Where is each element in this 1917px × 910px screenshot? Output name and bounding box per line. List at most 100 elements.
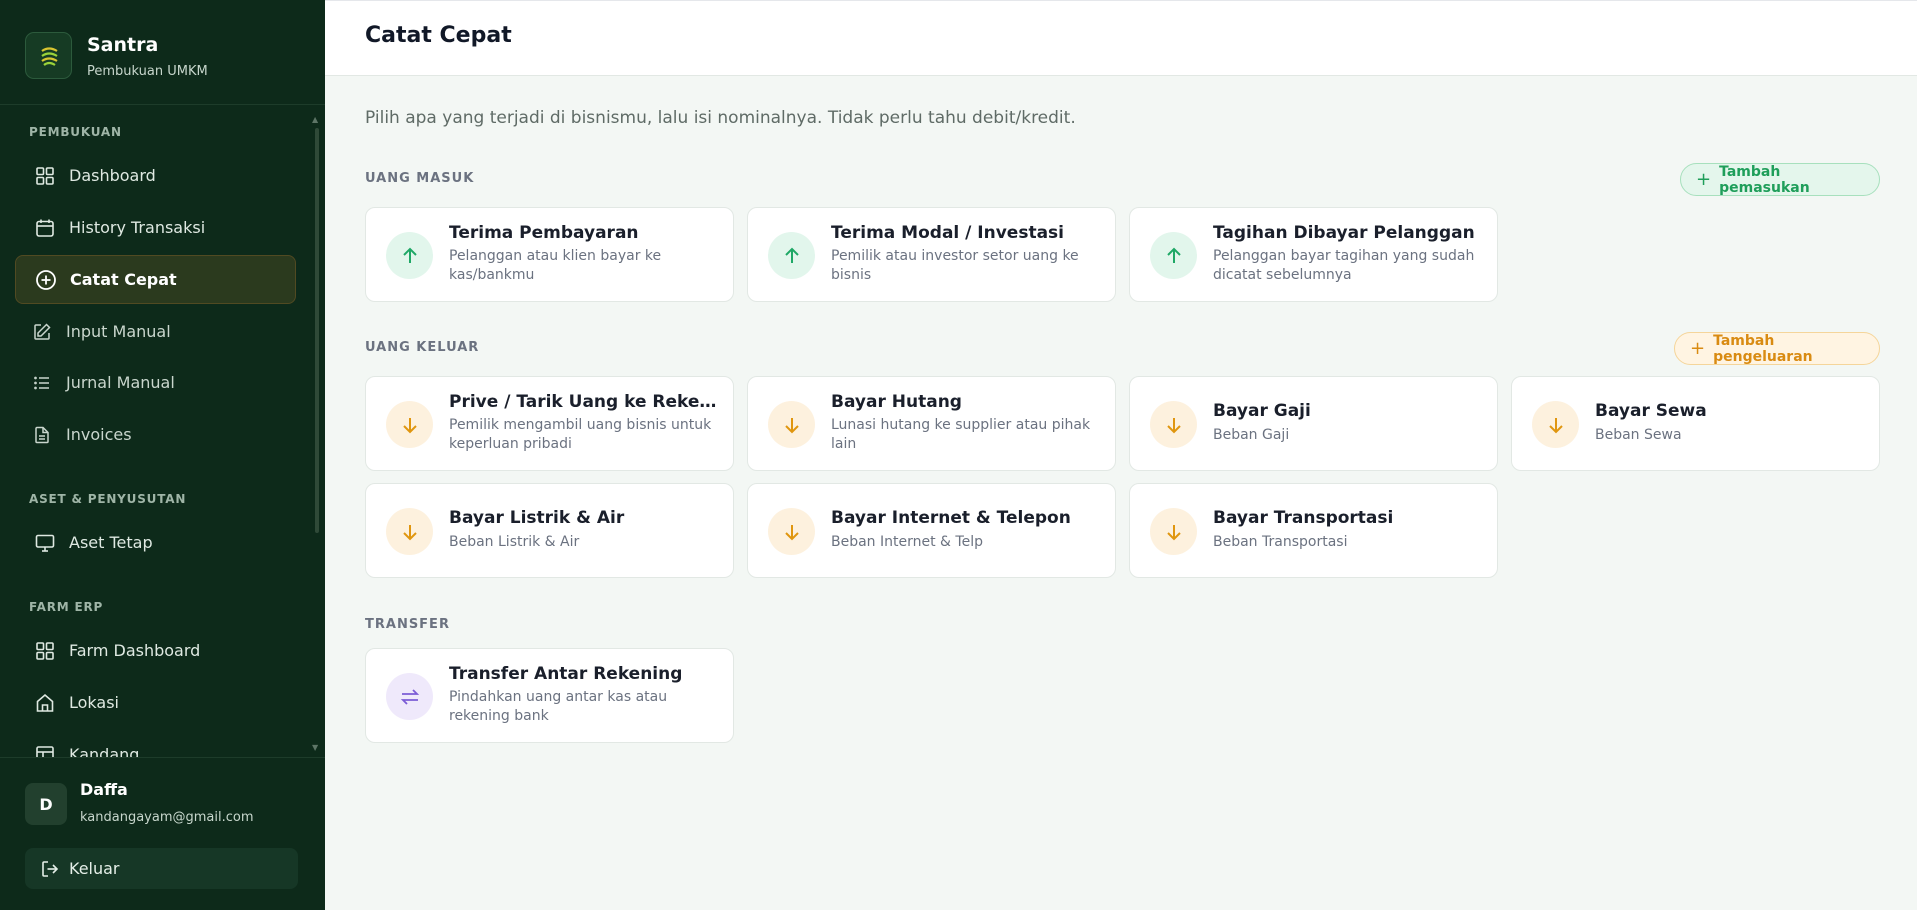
sidebar-scrollbar[interactable] bbox=[315, 128, 319, 533]
file-icon bbox=[31, 424, 53, 446]
add-income-label: Tambah pemasukan bbox=[1719, 163, 1810, 196]
card-title: Prive / Tarik Uang ke Rekening Pribadi bbox=[449, 392, 721, 412]
card-description: Lunasi hutang ke supplier atau pihak lai… bbox=[831, 417, 1091, 452]
sidebar-item-label: History Transaksi bbox=[69, 218, 206, 237]
monitor-icon bbox=[34, 532, 56, 554]
sidebar-item-label: Farm Dashboard bbox=[69, 641, 201, 660]
layout-icon bbox=[34, 744, 56, 757]
brand-logo-icon bbox=[25, 32, 72, 79]
card-bayar-internet[interactable]: Bayar Internet & Telepon Beban Internet … bbox=[747, 483, 1116, 578]
sidebar: Santra Pembukuan UMKM PEMBUKUAN Dashboar… bbox=[0, 0, 325, 910]
card-description: Beban Transportasi bbox=[1213, 534, 1348, 550]
intro-text: Pilih apa yang terjadi di bisnismu, lalu… bbox=[365, 108, 1076, 128]
card-title: Terima Pembayaran bbox=[449, 223, 639, 243]
card-title: Bayar Gaji bbox=[1213, 401, 1311, 421]
card-title: Bayar Sewa bbox=[1595, 401, 1707, 421]
arrow-up-icon bbox=[768, 232, 815, 279]
home-icon bbox=[34, 692, 56, 714]
card-title: Bayar Transportasi bbox=[1213, 508, 1394, 528]
nav-section-farm-erp: FARM ERP bbox=[29, 600, 104, 614]
card-description: Pemilik atau investor setor uang ke bisn… bbox=[831, 248, 1079, 283]
sidebar-item-lokasi[interactable]: Lokasi bbox=[15, 678, 296, 727]
add-expense-button[interactable]: + Tambah pengeluaran bbox=[1674, 332, 1880, 365]
brand-subtitle: Pembukuan UMKM bbox=[87, 64, 208, 79]
sidebar-item-dashboard[interactable]: Dashboard bbox=[15, 151, 296, 200]
section-label-transfer: TRANSFER bbox=[365, 617, 450, 632]
card-description: Pemilik mengambil uang bisnis untuk kepe… bbox=[449, 417, 712, 452]
avatar: D bbox=[25, 783, 67, 825]
arrow-down-icon bbox=[1532, 401, 1579, 448]
sidebar-item-jurnal-manual[interactable]: Jurnal Manual bbox=[15, 358, 296, 407]
arrow-down-icon bbox=[768, 508, 815, 555]
card-description: Pelanggan bayar tagihan yang sudah dicat… bbox=[1213, 248, 1475, 283]
user-name: Daffa bbox=[80, 780, 128, 799]
sidebar-item-catat-cepat[interactable]: Catat Cepat bbox=[15, 255, 296, 304]
sidebar-item-label: Input Manual bbox=[66, 322, 171, 341]
scroll-up-arrow-icon[interactable]: ▲ bbox=[312, 115, 318, 124]
arrow-up-icon bbox=[386, 232, 433, 279]
card-description: Beban Listrik & Air bbox=[449, 534, 580, 550]
calendar-icon bbox=[34, 217, 56, 239]
grid-icon bbox=[34, 640, 56, 662]
card-bayar-hutang[interactable]: Bayar Hutang Lunasi hutang ke supplier a… bbox=[747, 376, 1116, 471]
sidebar-item-invoices[interactable]: Invoices bbox=[15, 410, 296, 459]
card-prive[interactable]: Prive / Tarik Uang ke Rekening Pribadi P… bbox=[365, 376, 734, 471]
add-income-button[interactable]: + Tambah pemasukan bbox=[1680, 163, 1880, 196]
arrow-down-icon bbox=[768, 401, 815, 448]
card-tagihan-dibayar[interactable]: Tagihan Dibayar Pelanggan Pelanggan baya… bbox=[1129, 207, 1498, 302]
sidebar-item-label: Invoices bbox=[66, 425, 132, 444]
user-panel: D Daffa kandangayam@gmail.com Keluar bbox=[0, 757, 325, 910]
card-terima-modal[interactable]: Terima Modal / Investasi Pemilik atau in… bbox=[747, 207, 1116, 302]
edit-icon bbox=[31, 321, 53, 343]
card-title: Transfer Antar Rekening bbox=[449, 664, 683, 684]
list-icon bbox=[31, 372, 53, 394]
sidebar-item-aset-tetap[interactable]: Aset Tetap bbox=[15, 518, 296, 567]
card-title: Bayar Internet & Telepon bbox=[831, 508, 1071, 528]
nav-section-aset: ASET & PENYUSUTAN bbox=[29, 492, 187, 506]
card-description: Beban Sewa bbox=[1595, 427, 1682, 443]
page-title: Catat Cepat bbox=[365, 23, 512, 48]
grid-icon bbox=[34, 165, 56, 187]
card-terima-pembayaran[interactable]: Terima Pembayaran Pelanggan atau klien b… bbox=[365, 207, 734, 302]
card-title: Tagihan Dibayar Pelanggan bbox=[1213, 223, 1475, 243]
sidebar-item-label: Catat Cepat bbox=[70, 270, 177, 289]
card-bayar-sewa[interactable]: Bayar Sewa Beban Sewa bbox=[1511, 376, 1880, 471]
plus-icon: + bbox=[1690, 338, 1706, 359]
logout-button[interactable]: Keluar bbox=[25, 848, 298, 889]
arrow-down-icon bbox=[386, 508, 433, 555]
card-description: Beban Gaji bbox=[1213, 427, 1290, 443]
scroll-down-arrow-icon[interactable]: ▼ bbox=[312, 743, 318, 752]
top-bar: Catat Cepat bbox=[325, 0, 1917, 76]
sidebar-nav: PEMBUKUAN Dashboard History Transaksi Ca… bbox=[0, 105, 325, 757]
plus-icon: + bbox=[1696, 169, 1712, 190]
section-label-uang-masuk: UANG MASUK bbox=[365, 171, 475, 186]
sidebar-item-input-manual[interactable]: Input Manual bbox=[15, 307, 296, 356]
logout-icon bbox=[41, 860, 59, 878]
sidebar-item-label: Kandang bbox=[69, 745, 140, 757]
card-title: Bayar Hutang bbox=[831, 392, 962, 412]
arrow-up-icon bbox=[1150, 232, 1197, 279]
add-expense-label: Tambah pengeluaran bbox=[1713, 332, 1813, 365]
card-title: Bayar Listrik & Air bbox=[449, 508, 625, 528]
sidebar-item-label: Dashboard bbox=[69, 166, 156, 185]
brand: Santra Pembukuan UMKM bbox=[0, 0, 325, 105]
arrow-down-icon bbox=[1150, 508, 1197, 555]
card-bayar-transportasi[interactable]: Bayar Transportasi Beban Transportasi bbox=[1129, 483, 1498, 578]
sidebar-item-farm-dashboard[interactable]: Farm Dashboard bbox=[15, 626, 296, 675]
sidebar-item-history[interactable]: History Transaksi bbox=[15, 203, 296, 252]
sidebar-item-label: Aset Tetap bbox=[69, 533, 153, 552]
card-bayar-listrik-air[interactable]: Bayar Listrik & Air Beban Listrik & Air bbox=[365, 483, 734, 578]
user-email: kandangayam@gmail.com bbox=[80, 810, 254, 825]
sidebar-item-label: Jurnal Manual bbox=[66, 373, 175, 392]
transfer-icon bbox=[386, 673, 433, 720]
logout-label: Keluar bbox=[69, 859, 120, 878]
section-label-uang-keluar: UANG KELUAR bbox=[365, 340, 480, 355]
arrow-down-icon bbox=[386, 401, 433, 448]
nav-section-pembukuan: PEMBUKUAN bbox=[29, 125, 122, 139]
brand-name: Santra bbox=[87, 34, 159, 56]
card-title: Terima Modal / Investasi bbox=[831, 223, 1064, 243]
card-transfer-antar-rekening[interactable]: Transfer Antar Rekening Pindahkan uang a… bbox=[365, 648, 734, 743]
card-bayar-gaji[interactable]: Bayar Gaji Beban Gaji bbox=[1129, 376, 1498, 471]
card-description: Pelanggan atau klien bayar ke kas/bankmu bbox=[449, 248, 662, 283]
sidebar-item-kandang[interactable]: Kandang bbox=[15, 730, 296, 757]
